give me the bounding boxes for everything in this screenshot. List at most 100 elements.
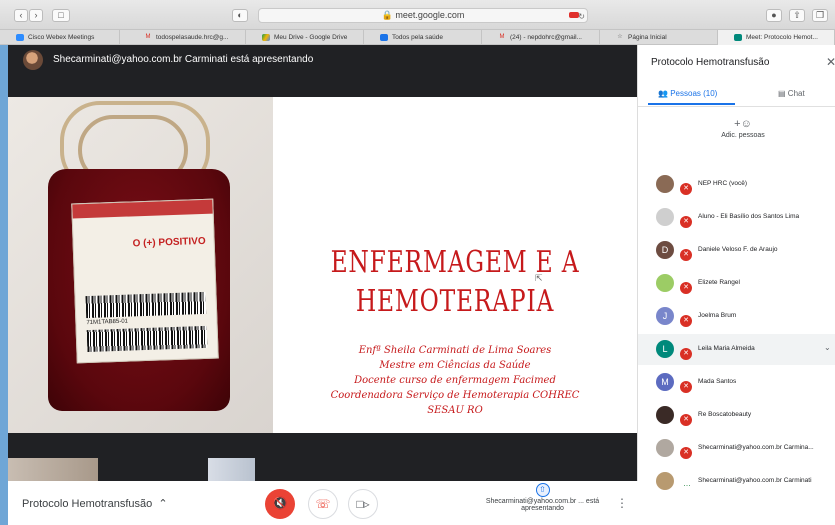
mic-off-icon: ✕	[680, 315, 692, 327]
shield-icon[interactable]: ◐	[232, 9, 248, 22]
star-icon: ☆	[617, 34, 623, 40]
participant-avatar: M	[656, 373, 674, 391]
webex-icon	[16, 34, 24, 41]
participant-row[interactable]: ✕ Shecarminati@yahoo.com.br Carmina...	[638, 433, 835, 464]
participant-avatar: J	[656, 307, 674, 325]
forward-button[interactable]: ›	[29, 9, 43, 22]
phone-hangup-icon: ☏	[315, 497, 331, 511]
add-people-button[interactable]: +☺ Adic. pessoas	[718, 118, 768, 140]
tab-webex[interactable]: Cisco Webex Meetings	[0, 30, 120, 45]
participant-avatar	[656, 406, 674, 424]
slide-degree: Mestre em Ciências da Saúde	[379, 360, 531, 371]
participant-avatar	[656, 274, 674, 292]
participant-row[interactable]: ✕ Elizete Rangel	[638, 268, 835, 299]
participant-row[interactable]: D ✕ Daniele Veloso F. de Araujo	[638, 235, 835, 266]
hang-up-button[interactable]: ☏	[308, 489, 338, 519]
mic-off-icon: ✕	[680, 381, 692, 393]
presenter-banner: Shecarminati@yahoo.com.br Carminati está…	[53, 54, 314, 65]
tab-gmail-1[interactable]: M todospelasaude.hrc@g...	[128, 30, 246, 45]
bag-label: O (+) POSITIVO 71M1TAB85-01	[71, 198, 219, 364]
address-text: meet.google.com	[395, 10, 465, 20]
more-options-icon[interactable]: ⋮	[616, 496, 628, 510]
mic-off-icon: ✕	[680, 447, 692, 459]
mic-off-icon: ✕	[680, 183, 692, 195]
blood-type-label: O (+) POSITIVO	[132, 235, 206, 250]
meet-icon	[734, 34, 742, 41]
tab-docs[interactable]: Todos pela saúde	[364, 30, 482, 45]
presenter-bar: Shecarminati@yahoo.com.br Carminati está…	[8, 45, 637, 75]
thumbnail-video[interactable]	[208, 458, 255, 481]
meeting-name[interactable]: Protocolo Hemotransfusão ⌃	[22, 497, 168, 510]
address-bar[interactable]: 🔒 meet.google.com ↻	[258, 8, 588, 23]
slide-org: SESAU RO	[427, 405, 483, 416]
divider	[638, 106, 835, 107]
barcode-number: 71M1TAB85-01	[86, 318, 129, 327]
mic-off-icon: ✕	[680, 414, 692, 426]
tab-home[interactable]: ☆ Página Inicial	[600, 30, 718, 45]
reload-icon[interactable]: ↻	[578, 10, 585, 23]
participant-avatar	[656, 472, 674, 490]
participant-thumbnails	[8, 458, 637, 481]
drive-icon	[262, 34, 270, 41]
doc-icon	[380, 34, 388, 41]
share-icon[interactable]: ⇧	[789, 9, 805, 22]
participant-name: Aluno - Eli Basílio dos Santos Lima	[698, 213, 800, 220]
camera-icon: □▹	[356, 497, 370, 511]
tab-bar: Cisco Webex Meetings M todospelasaude.hr…	[0, 30, 835, 45]
participant-avatar	[656, 439, 674, 457]
gmail-icon: M	[499, 34, 505, 40]
slide-role: Docente curso de enfermagem Facimed	[354, 375, 556, 386]
participant-row[interactable]: L ✕ Leila Maria Almeida ⌄	[638, 334, 835, 365]
participant-name: Shecarminati@yahoo.com.br Carmina...	[698, 444, 814, 451]
chevron-down-icon[interactable]: ⌄	[824, 343, 831, 352]
participant-name: Re Boscatobeauty	[698, 411, 752, 418]
presenting-status[interactable]: ⇧ Shecarminati@yahoo.com.br ... está apr…	[480, 483, 605, 512]
people-panel: Protocolo Hemotransfusão ✕ 👥 Pessoas (10…	[637, 45, 835, 490]
participant-name: NEP HRC (você)	[698, 180, 748, 187]
panel-title: Protocolo Hemotransfusão	[651, 57, 770, 68]
camera-toggle-button[interactable]: □▹	[348, 489, 378, 519]
participant-row[interactable]: J ✕ Joelma Brum	[638, 301, 835, 332]
lock-icon: 🔒	[381, 10, 393, 20]
sidebar-toggle-button[interactable]: □	[52, 9, 70, 22]
thumbnail-video[interactable]	[8, 458, 98, 481]
back-button[interactable]: ‹	[14, 9, 28, 22]
participant-avatar	[656, 208, 674, 226]
gmail-icon: M	[145, 34, 151, 40]
participant-row[interactable]: ✕ Re Boscatobeauty	[638, 400, 835, 431]
mic-off-icon: ✕	[680, 348, 692, 360]
participant-row[interactable]: ✕ Aluno - Eli Basílio dos Santos Lima	[638, 202, 835, 233]
browser-toolbar: ‹ › □ ◐ 🔒 meet.google.com ↻ ● ⇧ ❐	[0, 0, 835, 30]
mic-toggle-button[interactable]: 🔇	[265, 489, 295, 519]
slide-position: Coordenadora Serviço de Hemoterapia COHR…	[330, 390, 580, 401]
mic-off-icon: ✕	[680, 282, 692, 294]
slide-title-line-2: HEMOTERAPIA	[355, 284, 555, 319]
participant-row[interactable]: M ✕ Mada Santos	[638, 367, 835, 398]
add-person-icon: +☺	[734, 118, 752, 130]
participant-avatar	[656, 175, 674, 193]
participant-avatar: L	[656, 340, 674, 358]
label-band	[72, 199, 213, 219]
chevron-up-icon: ⌃	[155, 498, 168, 510]
speaking-dots-icon: …	[683, 479, 691, 488]
tabs-overview-icon[interactable]: ❐	[812, 9, 828, 22]
tab-meet[interactable]: Meet: Protocolo Hemot...	[718, 30, 835, 45]
mic-off-icon: 🔇	[272, 496, 288, 510]
close-icon[interactable]: ✕	[826, 55, 835, 69]
tab-gmail-2[interactable]: M (24) - nepdohrc@gmail...	[482, 30, 600, 45]
people-icon: 👥	[658, 89, 668, 98]
chat-icon: ▤	[778, 89, 786, 98]
extension-icon[interactable]: ●	[766, 9, 782, 22]
participant-row[interactable]: ✕ NEP HRC (você)	[638, 169, 835, 200]
active-tab-indicator	[648, 103, 735, 105]
barcode	[85, 291, 207, 319]
participant-name: Daniele Veloso F. de Araujo	[698, 246, 778, 253]
presentation-slide: O (+) POSITIVO 71M1TAB85-01 ENFERMAGEM E…	[8, 97, 637, 433]
participant-name: Mada Santos	[698, 378, 737, 385]
participant-row[interactable]: … Shecarminati@yahoo.com.br Carminati	[638, 466, 835, 497]
participant-name: Elizete Rangel	[698, 279, 740, 286]
slide-author: Enfª Sheila Carminati de Lima Soares	[358, 345, 552, 356]
tab-drive[interactable]: Meu Drive - Google Drive	[246, 30, 364, 45]
participant-avatar: D	[656, 241, 674, 259]
participant-name: Shecarminati@yahoo.com.br Carminati	[698, 477, 812, 484]
